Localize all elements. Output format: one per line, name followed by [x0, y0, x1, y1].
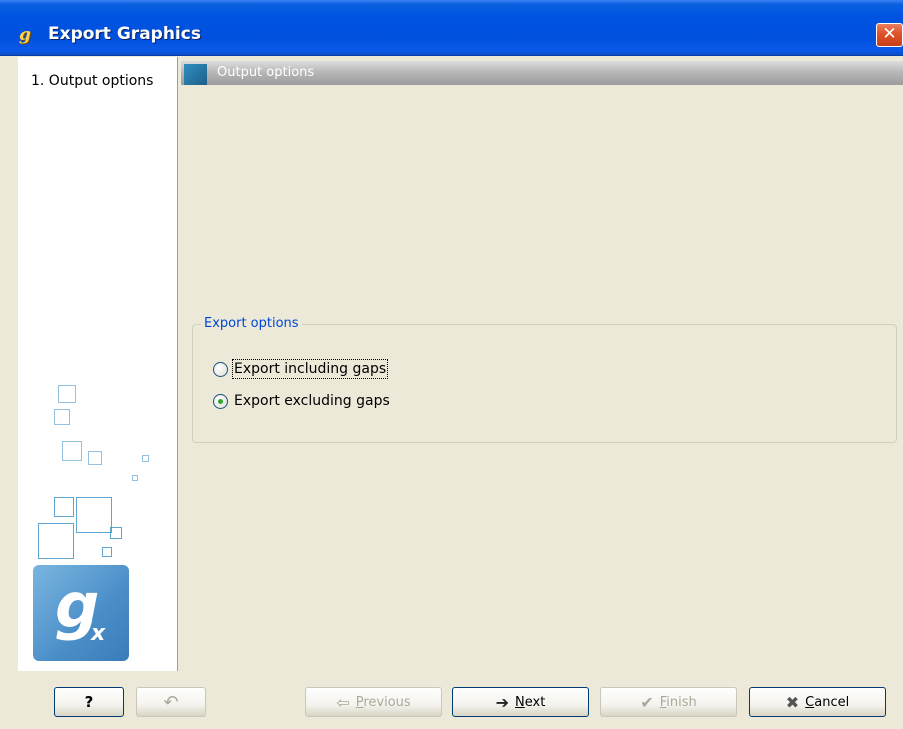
- decorative-square: [54, 409, 70, 425]
- help-label: ?: [84, 693, 94, 711]
- option-excluding-gaps[interactable]: Export excluding gaps: [213, 391, 390, 411]
- decorative-square: [142, 455, 149, 462]
- arrow-left-icon: ⇦: [336, 692, 350, 712]
- radio-excluding-gaps[interactable]: [213, 393, 228, 409]
- decorative-square: [54, 497, 74, 517]
- previous-label: Previous: [355, 694, 411, 710]
- section-header-icon: [184, 64, 207, 85]
- next-label: Next: [515, 694, 546, 710]
- wizard-steps-panel: 1. Output options g x: [18, 57, 178, 671]
- decorative-square: [102, 547, 112, 557]
- cancel-x-icon: ✖: [785, 692, 800, 712]
- arrow-right-icon: ➔: [495, 692, 510, 712]
- checkmark-icon: ✔: [640, 692, 654, 712]
- cancel-button[interactable]: ✖ Cancel: [749, 687, 886, 717]
- export-options-legend: Export options: [201, 316, 302, 331]
- app-logo-icon: g: [19, 25, 31, 45]
- logo-x: x: [91, 621, 106, 646]
- clc-logo: g x: [33, 565, 129, 661]
- label-including-gaps[interactable]: Export including gaps: [231, 359, 389, 379]
- restore-icon: ↶: [163, 691, 179, 713]
- content-area: Output options Export options Export inc…: [179, 57, 903, 671]
- close-button[interactable]: ✕: [876, 23, 903, 47]
- decorative-square: [38, 523, 74, 559]
- help-button[interactable]: ?: [54, 687, 124, 717]
- decorative-square: [132, 475, 138, 481]
- finish-button[interactable]: ✔ Finish: [600, 687, 737, 717]
- finish-label: Finish: [659, 694, 697, 710]
- export-graphics-dialog: g Export Graphics ✕ 1. Output options g …: [0, 0, 903, 729]
- title-bar[interactable]: g Export Graphics ✕: [0, 0, 903, 56]
- radio-including-gaps[interactable]: [213, 361, 228, 377]
- window-title: Export Graphics: [48, 24, 201, 44]
- section-title: Output options: [217, 65, 315, 80]
- decorative-square: [58, 385, 76, 403]
- section-header: Output options: [181, 61, 903, 85]
- option-including-gaps[interactable]: Export including gaps: [213, 359, 389, 379]
- previous-button[interactable]: ⇦ Previous: [305, 687, 442, 717]
- step-output-options[interactable]: 1. Output options: [31, 73, 153, 89]
- export-options-group: Export options Export including gaps Exp…: [192, 316, 897, 443]
- button-bar: ? ↶ ⇦ Previous ➔ Next ✔ Finish ✖ Cancel: [18, 671, 903, 729]
- next-button[interactable]: ➔ Next: [452, 687, 589, 717]
- decorative-square: [76, 497, 112, 533]
- cancel-label: Cancel: [805, 694, 850, 710]
- restore-defaults-button[interactable]: ↶: [136, 687, 206, 717]
- decorative-square: [88, 451, 102, 465]
- decorative-square: [62, 441, 82, 461]
- label-excluding-gaps[interactable]: Export excluding gaps: [234, 393, 390, 409]
- decorative-square: [110, 527, 122, 539]
